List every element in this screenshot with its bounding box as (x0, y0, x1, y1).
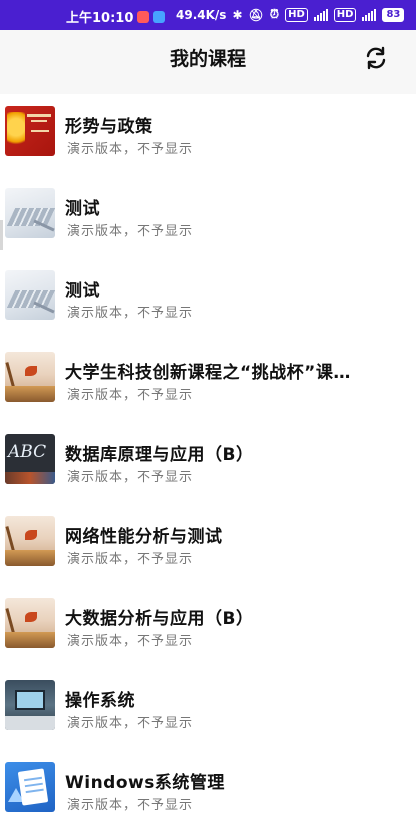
course-item[interactable]: 网络性能分析与测试 演示版本，不予显示 (0, 504, 416, 586)
course-item[interactable]: 大数据分析与应用（B） 演示版本，不予显示 (0, 586, 416, 668)
page-title: 我的课程 (169, 48, 246, 70)
course-name: 大学生科技创新课程之“挑战杯”课… (65, 363, 351, 383)
course-item[interactable]: 操作系统 演示版本，不予显示 (0, 668, 416, 750)
status-bar: 上午10:10 49.4K/s ✱ 🔕︎ ⏰︎ HD HD 83 (0, 0, 416, 30)
course-subtitle: 演示版本，不予显示 (67, 142, 194, 157)
course-name: 测试 (65, 199, 100, 219)
course-subtitle: 演示版本，不予显示 (67, 388, 194, 403)
course-item[interactable]: Windows系统管理 演示版本，不予显示 (0, 750, 416, 832)
course-thumbnail (5, 598, 55, 648)
refresh-icon (366, 46, 386, 70)
course-subtitle: 演示版本，不予显示 (67, 470, 194, 485)
course-subtitle: 演示版本，不予显示 (67, 306, 194, 321)
app-notification-icon (137, 10, 150, 23)
course-thumbnail (5, 188, 55, 238)
hd-badge-2: HD (333, 7, 357, 22)
course-subtitle: 演示版本，不予显示 (67, 552, 194, 567)
signal-icon-1 (313, 8, 328, 21)
course-name: Windows系统管理 (65, 773, 225, 793)
course-thumbnail (5, 516, 55, 566)
status-left: 上午10:10 (66, 7, 166, 26)
course-item[interactable]: 大学生科技创新课程之“挑战杯”课… 演示版本，不予显示 (0, 340, 416, 422)
status-time: 上午10:10 (66, 11, 134, 26)
course-name: 操作系统 (65, 691, 135, 711)
course-name: 测试 (65, 281, 100, 301)
hd-badge-1: HD (285, 7, 308, 22)
bluetooth-icon: ✱ (232, 7, 243, 22)
net-speed: 49.4K/s (176, 7, 227, 22)
course-thumbnail (5, 352, 55, 402)
app-notification-icon-2 (153, 10, 166, 23)
course-name: 大数据分析与应用（B） (65, 609, 254, 629)
mute-icon: 🔕︎ (248, 7, 264, 22)
status-right: 49.4K/s ✱ 🔕︎ ⏰︎ HD HD 83 (176, 7, 405, 22)
course-name: 网络性能分析与测试 (65, 527, 223, 547)
course-name: 形势与政策 (65, 117, 153, 137)
course-list: 形势与政策 演示版本，不予显示 测试 演示版本，不予显示 测试 演示版本，不予显… (0, 94, 416, 832)
course-thumbnail (5, 106, 55, 156)
alarm-icon: ⏰︎ (269, 7, 280, 21)
course-thumbnail (5, 680, 55, 730)
course-item[interactable]: ABC 数据库原理与应用（B） 演示版本，不予显示 (0, 422, 416, 504)
app-bar: 我的课程 (0, 30, 416, 94)
course-item[interactable]: 测试 演示版本，不予显示 (0, 176, 416, 258)
course-subtitle: 演示版本，不予显示 (67, 716, 194, 731)
course-thumbnail (5, 270, 55, 320)
battery-icon: 83 (382, 7, 405, 22)
course-thumbnail: ABC (5, 434, 55, 484)
course-item[interactable]: 形势与政策 演示版本，不予显示 (0, 94, 416, 176)
course-subtitle: 演示版本，不予显示 (67, 798, 194, 813)
refresh-button[interactable] (362, 44, 390, 72)
course-name: 数据库原理与应用（B） (65, 445, 254, 465)
signal-icon-2 (362, 8, 377, 21)
course-item[interactable]: 测试 演示版本，不予显示 (0, 258, 416, 340)
course-subtitle: 演示版本，不予显示 (67, 224, 194, 239)
course-thumbnail (5, 762, 55, 812)
thumbnail-text: ABC (8, 442, 47, 462)
course-subtitle: 演示版本，不予显示 (67, 634, 194, 649)
